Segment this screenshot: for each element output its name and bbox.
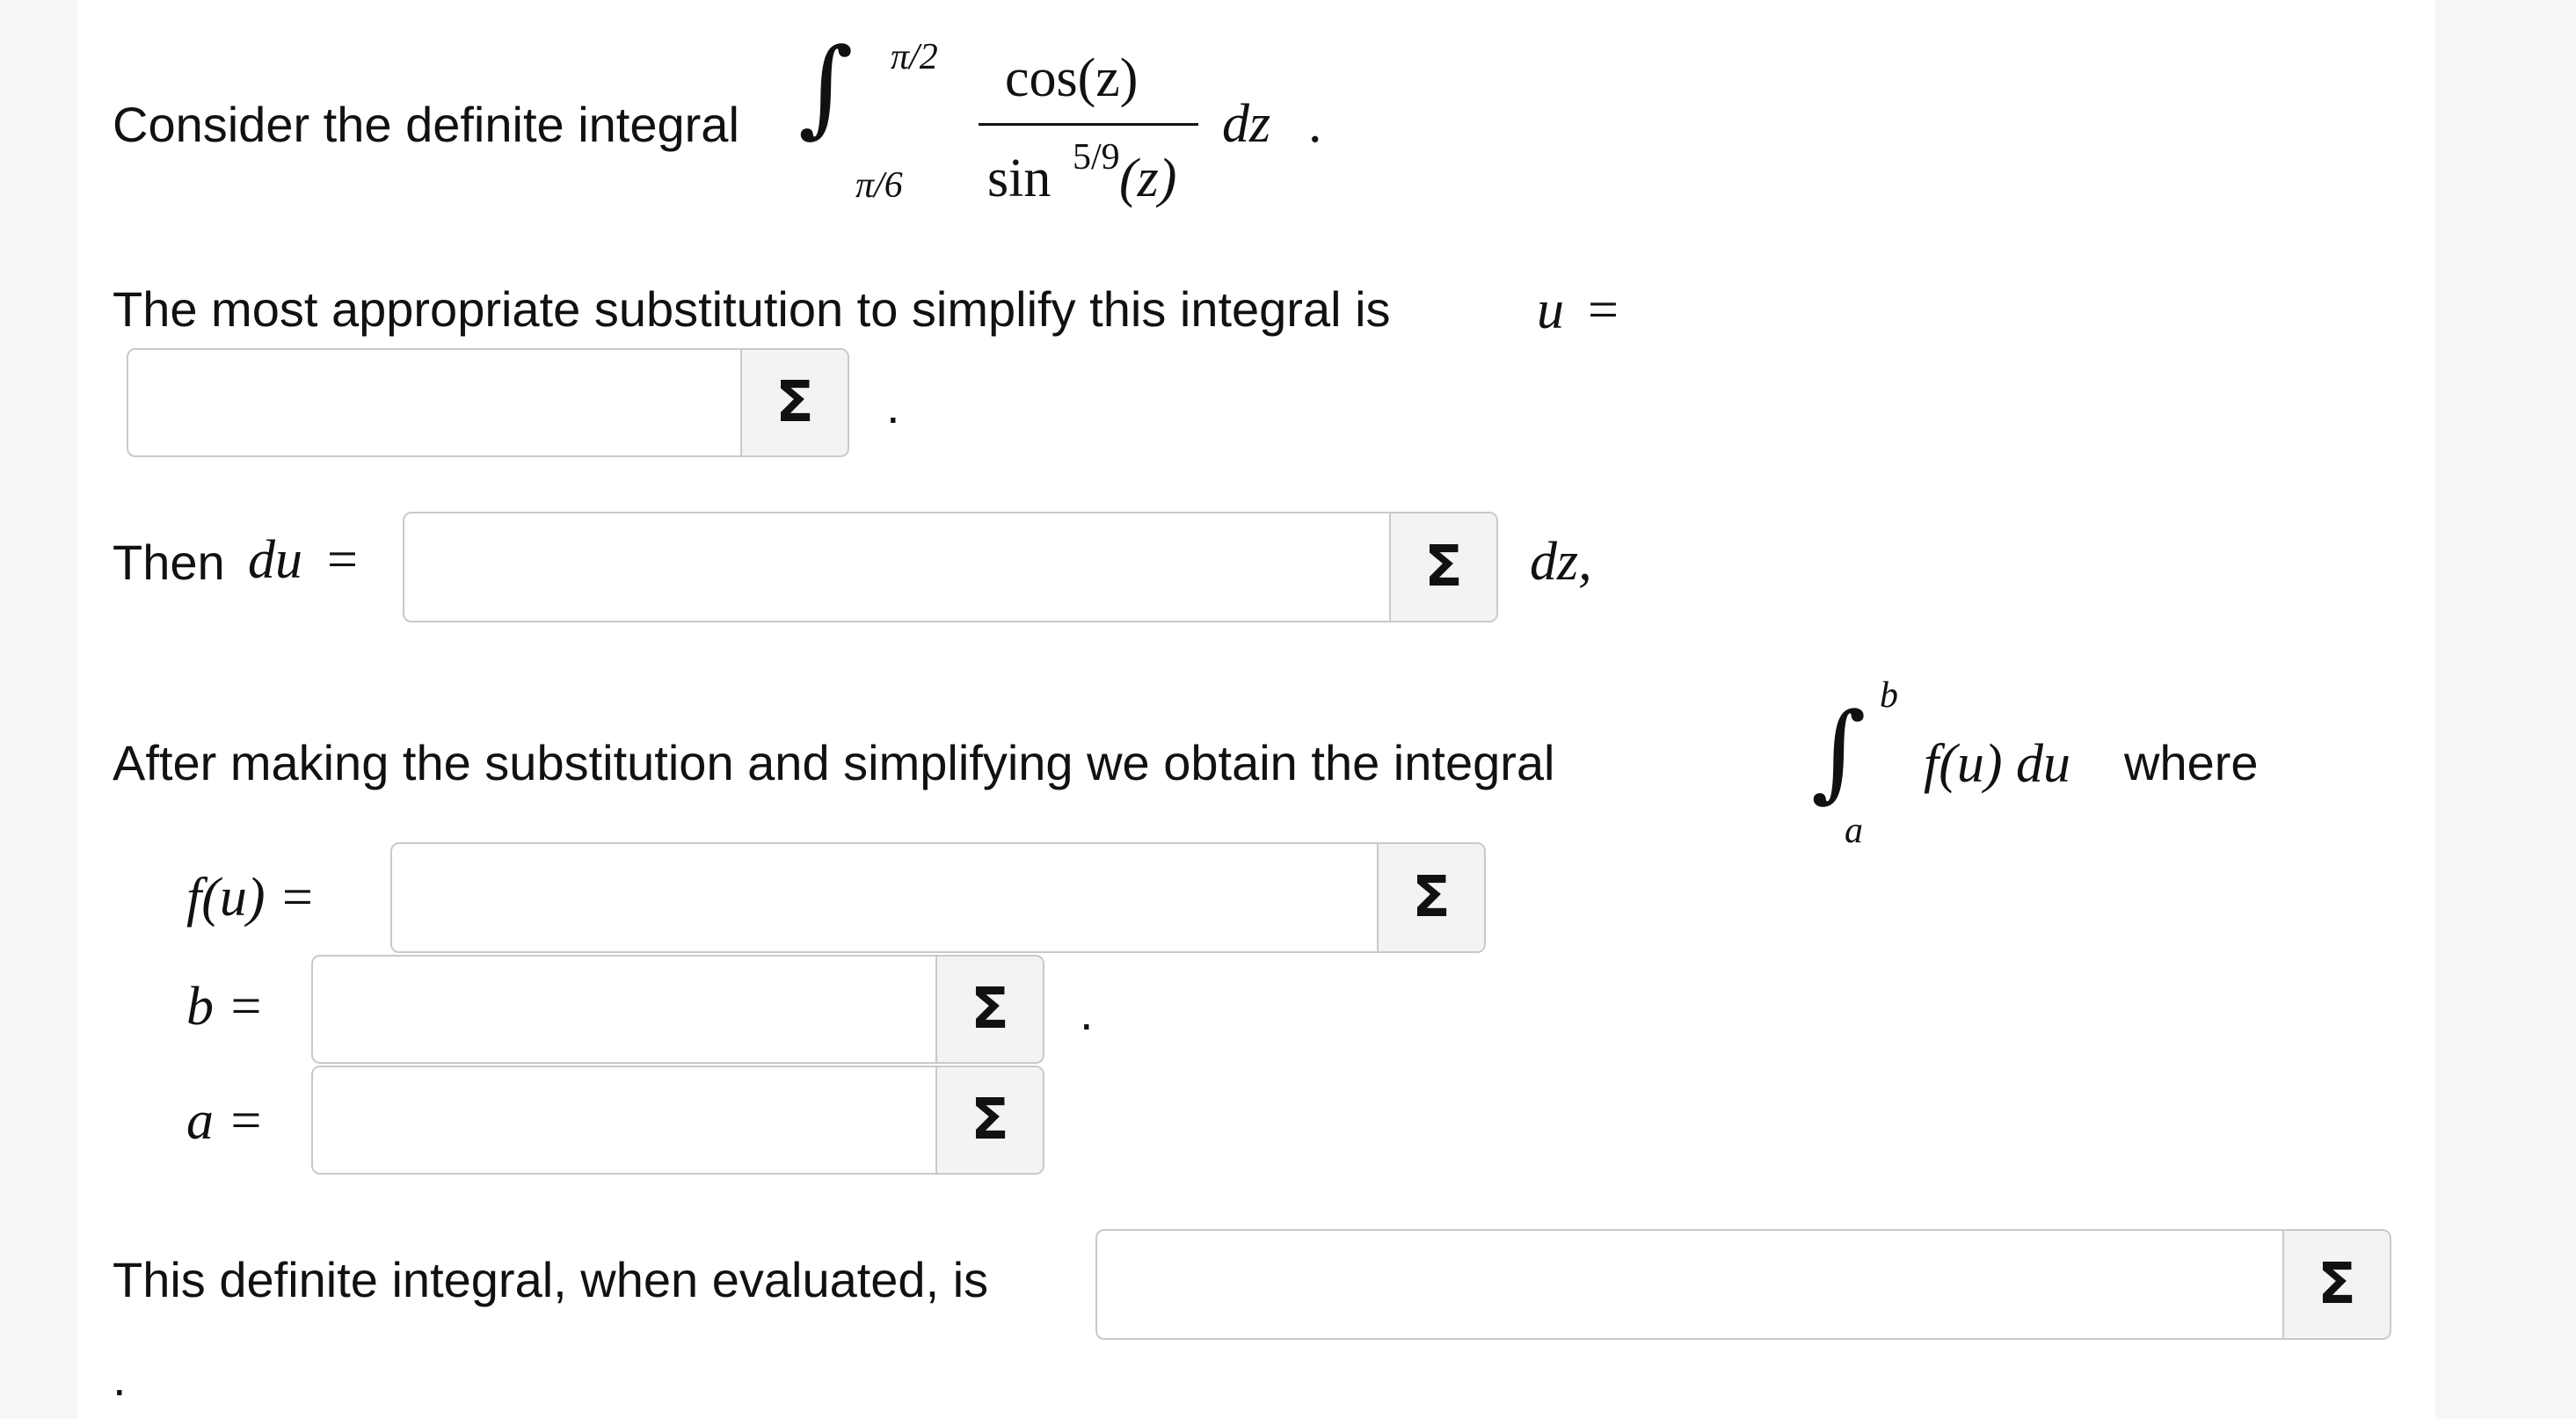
a-equation-editor-button[interactable]: Σ xyxy=(935,1067,1043,1173)
integral-sign-u: ∫ xyxy=(1811,691,1867,813)
a-answer-box: Σ xyxy=(311,1066,1044,1175)
sigma-icon: Σ xyxy=(971,977,1009,1042)
sigma-icon: Σ xyxy=(2318,1252,2356,1317)
fu-label: f(u) = xyxy=(186,868,316,928)
result-input[interactable] xyxy=(1097,1231,2286,1338)
du-equation-editor-button[interactable]: Σ xyxy=(1389,513,1496,621)
integral-trailing-period: . xyxy=(1308,94,1322,154)
integrand-denominator-arg: (z) xyxy=(1119,149,1177,208)
substitution-text: The most appropriate substitution to sim… xyxy=(113,281,1391,337)
sigma-icon: Σ xyxy=(1412,865,1451,930)
integral-lower-limit: π/6 xyxy=(855,165,903,206)
integral-u-upper: b xyxy=(1880,675,1898,716)
du-input[interactable] xyxy=(404,513,1391,621)
u-answer-box: Σ xyxy=(127,348,849,457)
sigma-icon: Σ xyxy=(1424,535,1463,600)
a-input[interactable] xyxy=(313,1067,939,1173)
final-period: . xyxy=(113,1350,127,1406)
fu-equation-editor-button[interactable]: Σ xyxy=(1377,844,1484,951)
integrand-denominator-base: sin xyxy=(987,149,1052,208)
u-input[interactable] xyxy=(128,350,744,455)
result-answer-box: Σ xyxy=(1095,1229,2391,1340)
integral-u-integrand: f(u) du xyxy=(1924,734,2071,794)
integral-sign: ∫ xyxy=(798,26,854,149)
integral-upper-limit: π/2 xyxy=(891,37,938,77)
b-label: b = xyxy=(186,977,265,1037)
intro-text: Consider the definite integral xyxy=(113,97,739,152)
u-equation-editor-button[interactable]: Σ xyxy=(740,350,848,455)
sigma-icon: Σ xyxy=(971,1088,1009,1153)
b-input[interactable] xyxy=(313,957,939,1062)
fraction-bar xyxy=(979,123,1198,126)
a-label: a = xyxy=(186,1091,265,1151)
evaluated-text: This definite integral, when evaluated, … xyxy=(113,1252,989,1307)
b-trailing-period: . xyxy=(1080,985,1094,1040)
question-panel: Consider the definite integral ∫ π/2 π/6… xyxy=(77,0,2435,1419)
substitution-var: u xyxy=(1537,280,1564,340)
then-text: Then xyxy=(113,535,225,590)
du-answer-box: Σ xyxy=(403,512,1498,622)
sigma-icon: Σ xyxy=(775,370,814,435)
integrand-denominator-power: 5/9 xyxy=(1073,137,1120,178)
fu-input[interactable] xyxy=(392,844,1379,951)
integral-u-lower: a xyxy=(1845,811,1863,851)
then-du: du xyxy=(248,530,302,590)
fu-answer-box: Σ xyxy=(390,842,1486,953)
integrand-numerator: cos(z) xyxy=(1005,48,1139,108)
b-equation-editor-button[interactable]: Σ xyxy=(935,957,1043,1062)
then-dz: dz, xyxy=(1530,532,1592,592)
u-trailing-period: . xyxy=(886,378,900,433)
where-text: where xyxy=(2124,735,2259,790)
integral-differential: dz xyxy=(1222,94,1271,154)
b-answer-box: Σ xyxy=(311,955,1044,1064)
then-equals: = xyxy=(327,530,358,590)
substitution-equals: = xyxy=(1588,280,1619,340)
after-text: After making the substitution and simpli… xyxy=(113,735,1555,790)
result-equation-editor-button[interactable]: Σ xyxy=(2282,1231,2390,1338)
